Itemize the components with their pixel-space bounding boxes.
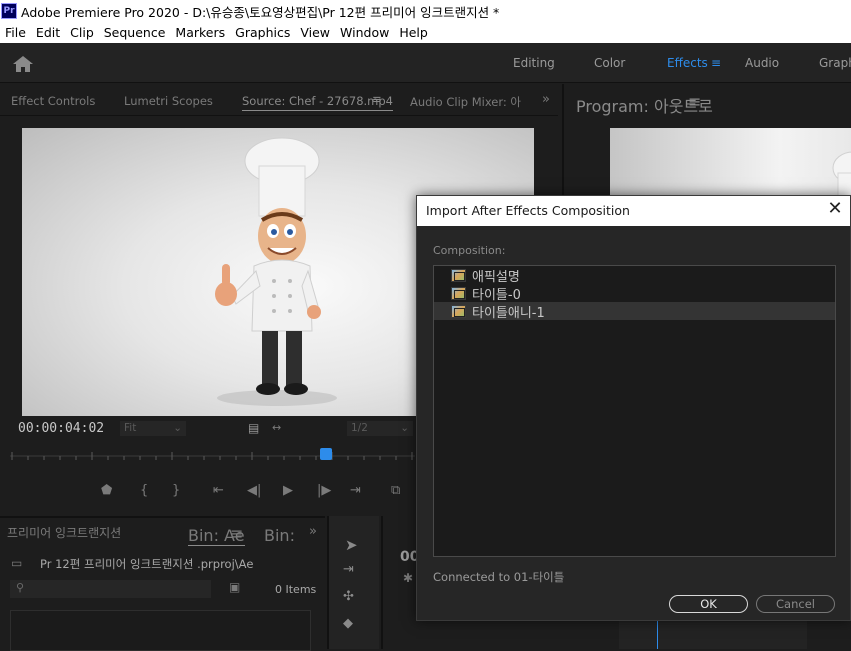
composition-name: 애픽설명 xyxy=(472,269,520,285)
tab-bin[interactable]: Bin: xyxy=(264,526,295,545)
menu-edit[interactable]: Edit xyxy=(31,25,65,40)
chef-character-image xyxy=(215,137,337,406)
composition-icon xyxy=(451,286,466,300)
add-marker-icon[interactable]: ⬟ xyxy=(101,483,112,498)
tab-menu-icon[interactable]: ≡ xyxy=(372,92,382,106)
insert-icon[interactable]: ⧉ xyxy=(391,483,400,498)
list-item[interactable]: 타이틀-0 xyxy=(434,284,835,303)
home-icon[interactable] xyxy=(12,55,34,73)
chevron-down-icon: ⌄ xyxy=(400,422,409,434)
tab-audio-clip-mixer[interactable]: Audio Clip Mixer: 아! xyxy=(410,94,522,110)
project-path: Pr 12편 프리미어 잉크트랜지션 .prproj\Ae xyxy=(40,557,254,571)
panel-overflow-icon[interactable]: » xyxy=(309,524,317,539)
search-icon: ⚲ xyxy=(16,581,25,594)
menu-graphics[interactable]: Graphics xyxy=(230,25,295,40)
drag-audio-video-icon[interactable]: ↔ xyxy=(272,421,281,434)
transport-controls: ⬟ { } ⇤ ◀| ▶ |▶ ⇥ ⧉ xyxy=(95,483,415,503)
window-title: Adobe Premiere Pro 2020 - D:\유승종\토요영상편집\… xyxy=(21,4,500,20)
import-ae-composition-dialog: Import After Effects Composition ✕ Compo… xyxy=(416,195,851,621)
tab-project[interactable]: 프리미어 잉크트랜지션 xyxy=(7,524,121,541)
dialog-title: Import After Effects Composition xyxy=(426,203,630,218)
ok-button[interactable]: OK xyxy=(669,595,748,613)
tab-effect-controls[interactable]: Effect Controls xyxy=(11,94,95,108)
project-panel: 프리미어 잉크트랜지션 Bin: Ae ≡ Bin: » ▭ Pr 12편 프리… xyxy=(0,516,325,651)
project-folder-icon: ▭ xyxy=(11,556,23,570)
snap-icon[interactable]: ✱ xyxy=(403,571,413,585)
go-to-out-icon[interactable]: ⇥ xyxy=(350,483,361,498)
premiere-logo-icon: Pr xyxy=(1,3,17,19)
tab-source[interactable]: Source: Chef - 27678.mp4 xyxy=(242,94,393,111)
composition-name: 타이틀애니-1 xyxy=(472,305,545,321)
menu-help[interactable]: Help xyxy=(394,25,433,40)
menu-view[interactable]: View xyxy=(295,25,335,40)
play-icon[interactable]: ▶ xyxy=(283,483,293,498)
playhead-handle[interactable] xyxy=(320,448,332,460)
workspace-tab-graphics[interactable]: Graphi xyxy=(819,56,851,70)
source-panel-tabs: Effect Controls Lumetri Scopes Source: C… xyxy=(0,84,558,116)
mark-in-icon[interactable]: { xyxy=(140,483,148,498)
razor-tool-icon[interactable]: ◆ xyxy=(343,616,353,631)
workspace-bar: Editing Color Effects ≡ Audio Graphi xyxy=(0,43,851,83)
menu-markers[interactable]: Markers xyxy=(170,25,230,40)
go-to-in-icon[interactable]: ⇤ xyxy=(213,483,224,498)
tab-lumetri-scopes[interactable]: Lumetri Scopes xyxy=(124,94,213,108)
zoom-dropdown[interactable]: Fit ⌄ xyxy=(120,421,186,436)
composition-name: 타이틀-0 xyxy=(472,287,521,303)
project-items-area[interactable] xyxy=(10,610,311,651)
workspace-tab-audio[interactable]: Audio xyxy=(745,56,779,70)
menu-clip[interactable]: Clip xyxy=(65,25,99,40)
resolution-value: 1/2 xyxy=(351,422,368,434)
workspace-tab-color[interactable]: Color xyxy=(594,56,625,70)
workspace-tab-editing[interactable]: Editing xyxy=(513,56,555,70)
new-bin-icon[interactable]: ▣ xyxy=(229,580,240,594)
composition-label: Composition: xyxy=(433,244,506,257)
composition-icon xyxy=(451,268,466,282)
cancel-button[interactable]: Cancel xyxy=(756,595,835,613)
chevron-down-icon: ⌄ xyxy=(173,422,182,434)
workspace-menu-icon[interactable]: ≡ xyxy=(711,56,721,70)
zoom-value: Fit xyxy=(124,422,137,434)
mark-out-icon[interactable]: } xyxy=(172,483,180,498)
list-item[interactable]: 타이틀애니-1 xyxy=(434,302,835,321)
time-ruler[interactable] xyxy=(10,444,415,466)
workspace-tab-effects[interactable]: Effects xyxy=(667,56,708,70)
connection-status: Connected to 01-타이틀 xyxy=(433,570,565,584)
step-back-icon[interactable]: ◀| xyxy=(247,483,261,498)
composition-list[interactable]: 애픽설명 타이틀-0 타이틀애니-1 xyxy=(433,265,836,557)
track-select-tool-icon[interactable]: ⇥ xyxy=(343,562,354,577)
items-count: 0 Items xyxy=(275,583,317,596)
project-search-input[interactable]: ⚲ xyxy=(10,580,211,598)
composition-icon xyxy=(451,304,466,318)
list-item[interactable]: 애픽설명 xyxy=(434,266,835,285)
tools-panel: ➤ ⇥ ✣ ◆ xyxy=(327,516,379,649)
menu-bar: File Edit Clip Sequence Markers Graphics… xyxy=(0,22,851,43)
dialog-title-bar: Import After Effects Composition xyxy=(417,196,850,226)
title-bar: Pr Adobe Premiere Pro 2020 - D:\유승종\토요영상… xyxy=(0,0,851,22)
panel-overflow-icon[interactable]: » xyxy=(542,92,550,107)
clip-settings-icon[interactable]: ▤ xyxy=(248,421,259,435)
step-forward-icon[interactable]: |▶ xyxy=(317,483,331,498)
program-menu-icon[interactable]: ≡ xyxy=(688,92,701,111)
menu-sequence[interactable]: Sequence xyxy=(99,25,171,40)
ripple-edit-tool-icon[interactable]: ✣ xyxy=(343,589,354,604)
selection-tool-icon[interactable]: ➤ xyxy=(345,536,358,554)
close-icon[interactable]: ✕ xyxy=(825,200,845,220)
bin-menu-icon[interactable]: ≡ xyxy=(230,524,243,543)
resolution-dropdown[interactable]: 1/2 ⌄ xyxy=(347,421,413,436)
menu-window[interactable]: Window xyxy=(335,25,394,40)
menu-file[interactable]: File xyxy=(0,25,31,40)
source-timecode[interactable]: 00:00:04:02 xyxy=(18,421,104,436)
